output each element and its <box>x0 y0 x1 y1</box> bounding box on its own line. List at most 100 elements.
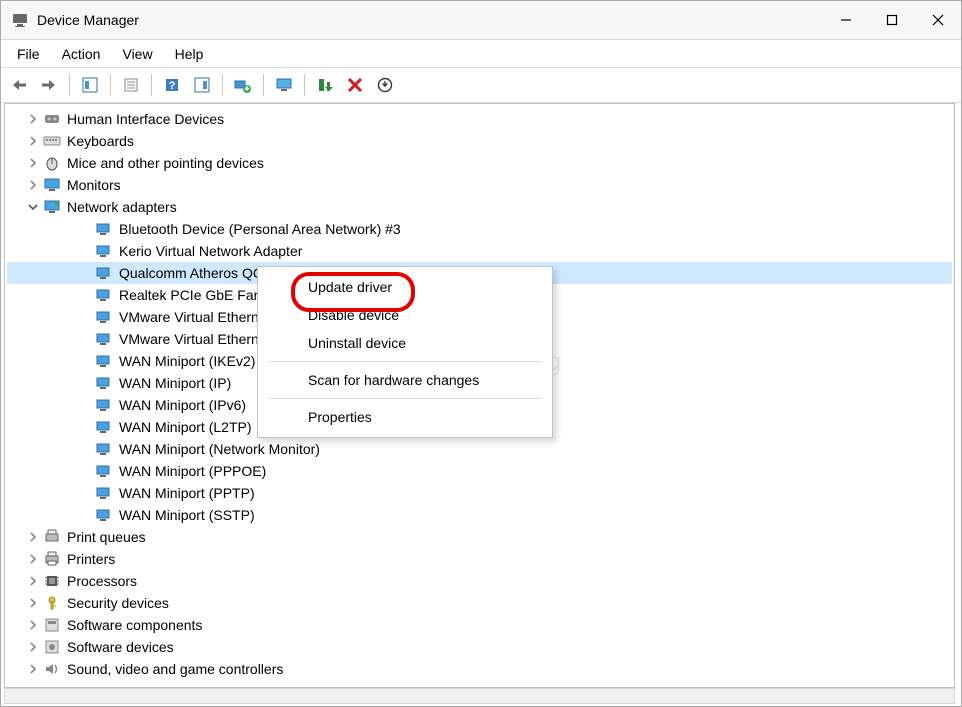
ctx-properties[interactable]: Properties <box>258 403 552 431</box>
device-label: WAN Miniport (Network Monitor) <box>117 438 322 460</box>
category-mice[interactable]: Mice and other pointing devices <box>7 152 952 174</box>
category-softdev[interactable]: Software devices <box>7 636 952 658</box>
device-label: WAN Miniport (PPPOE) <box>117 460 268 482</box>
mouse-icon <box>43 154 61 172</box>
category-security[interactable]: Security devices <box>7 592 952 614</box>
scan-hardware-button[interactable] <box>371 71 399 99</box>
printers-icon <box>43 550 61 568</box>
device-manager-window: Device Manager File Action View Help ? H… <box>0 0 962 707</box>
expand-icon[interactable] <box>25 177 41 193</box>
back-button[interactable] <box>5 71 33 99</box>
expand-icon[interactable] <box>25 551 41 567</box>
device-item[interactable]: WAN Miniport (PPTP) <box>7 482 952 504</box>
category-printqueues[interactable]: Print queues <box>7 526 952 548</box>
monitor-icon <box>43 176 61 194</box>
expand-icon[interactable] <box>25 155 41 171</box>
ctx-separator <box>268 361 542 362</box>
security-devices-icon <box>43 594 61 612</box>
menu-action[interactable]: Action <box>52 44 111 64</box>
hid-icon <box>43 110 61 128</box>
context-menu: Update driver Disable device Uninstall d… <box>257 266 553 438</box>
action-button[interactable] <box>188 71 216 99</box>
enable-device-button[interactable] <box>311 71 339 99</box>
device-label: VMware Virtual Ethernet <box>117 328 272 350</box>
category-processors[interactable]: Processors <box>7 570 952 592</box>
network-adapter-icon <box>95 440 113 458</box>
category-keyboards[interactable]: Keyboards <box>7 130 952 152</box>
expand-icon[interactable] <box>25 133 41 149</box>
ctx-scan-hardware[interactable]: Scan for hardware changes <box>258 366 552 394</box>
category-network[interactable]: Network adapters <box>7 196 952 218</box>
forward-button[interactable] <box>35 71 63 99</box>
ctx-disable-device[interactable]: Disable device <box>258 301 552 329</box>
device-item[interactable]: WAN Miniport (PPPOE) <box>7 460 952 482</box>
software-components-icon <box>43 616 61 634</box>
category-label: Mice and other pointing devices <box>65 152 266 174</box>
device-label: WAN Miniport (IP) <box>117 372 233 394</box>
category-label: Print queues <box>65 526 148 548</box>
expand-icon[interactable] <box>25 111 41 127</box>
network-adapter-icon <box>95 286 113 304</box>
expand-icon[interactable] <box>25 529 41 545</box>
device-label: Realtek PCIe GbE Family <box>117 284 281 306</box>
device-label: WAN Miniport (IPv6) <box>117 394 248 416</box>
category-label: Sound, video and game controllers <box>65 658 285 680</box>
window-title: Device Manager <box>37 12 139 28</box>
category-label: Security devices <box>65 592 171 614</box>
monitor-button[interactable] <box>270 71 298 99</box>
device-label: Kerio Virtual Network Adapter <box>117 240 304 262</box>
category-sound[interactable]: Sound, video and game controllers <box>7 658 952 680</box>
network-adapter-icon <box>95 462 113 480</box>
titlebar: Device Manager <box>1 1 961 40</box>
maximize-button[interactable] <box>869 1 915 39</box>
expand-icon[interactable] <box>25 617 41 633</box>
network-adapters-icon <box>43 198 61 216</box>
collapse-icon[interactable] <box>25 199 41 215</box>
expand-icon[interactable] <box>25 639 41 655</box>
menu-file[interactable]: File <box>7 44 50 64</box>
expand-icon[interactable] <box>25 595 41 611</box>
expand-icon[interactable] <box>25 661 41 677</box>
device-item[interactable]: Bluetooth Device (Personal Area Network)… <box>7 218 952 240</box>
horizontal-scrollbar[interactable] <box>4 688 955 704</box>
network-adapter-icon <box>95 396 113 414</box>
expand-icon[interactable] <box>25 573 41 589</box>
category-monitors[interactable]: Monitors <box>7 174 952 196</box>
uninstall-device-button[interactable] <box>341 71 369 99</box>
minimize-button[interactable] <box>823 1 869 39</box>
show-hide-tree-button[interactable] <box>76 71 104 99</box>
category-label: Human Interface Devices <box>65 108 226 130</box>
device-item[interactable]: Kerio Virtual Network Adapter <box>7 240 952 262</box>
update-driver-button[interactable] <box>229 71 257 99</box>
menu-view[interactable]: View <box>112 44 162 64</box>
category-label: Processors <box>65 570 139 592</box>
category-hid[interactable]: Human Interface Devices <box>7 108 952 130</box>
category-label: Printers <box>65 548 117 570</box>
device-label: Bluetooth Device (Personal Area Network)… <box>117 218 403 240</box>
device-item[interactable]: WAN Miniport (SSTP) <box>7 504 952 526</box>
category-softcomp[interactable]: Software components <box>7 614 952 636</box>
device-label: WAN Miniport (IKEv2) <box>117 350 257 372</box>
network-adapter-icon <box>95 220 113 238</box>
category-label: Monitors <box>65 174 123 196</box>
help-button[interactable]: ? <box>158 71 186 99</box>
properties-button[interactable] <box>117 71 145 99</box>
device-label: WAN Miniport (SSTP) <box>117 504 257 526</box>
device-item[interactable]: WAN Miniport (Network Monitor) <box>7 438 952 460</box>
category-printers[interactable]: Printers <box>7 548 952 570</box>
device-label: Qualcomm Atheros QCA <box>117 262 274 284</box>
device-label: VMware Virtual Ethernet <box>117 306 272 328</box>
category-label: Software components <box>65 614 204 636</box>
network-adapter-icon <box>95 506 113 524</box>
menu-help[interactable]: Help <box>165 44 214 64</box>
ctx-update-driver[interactable]: Update driver <box>258 273 552 301</box>
network-adapter-icon <box>95 418 113 436</box>
close-button[interactable] <box>915 1 961 39</box>
toolbar: ? <box>1 67 961 103</box>
network-adapter-icon <box>95 330 113 348</box>
processors-icon <box>43 572 61 590</box>
category-label: Network adapters <box>65 196 179 218</box>
print-queues-icon <box>43 528 61 546</box>
ctx-uninstall-device[interactable]: Uninstall device <box>258 329 552 357</box>
software-devices-icon <box>43 638 61 656</box>
